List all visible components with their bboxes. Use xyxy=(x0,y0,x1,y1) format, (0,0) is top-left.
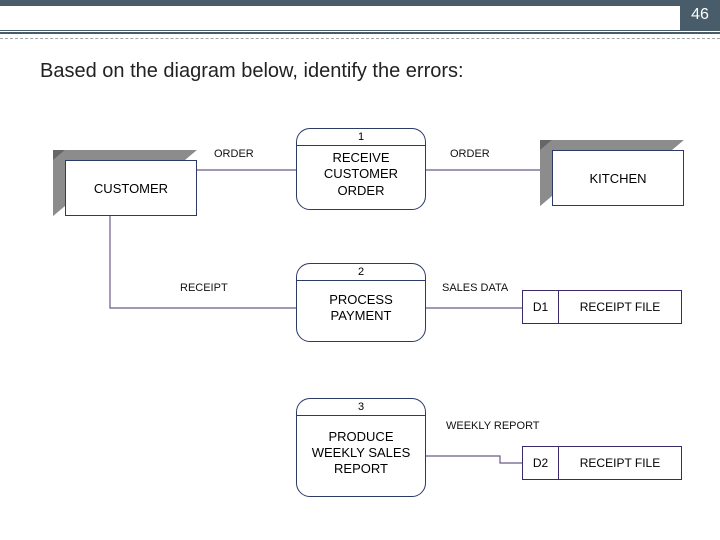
process-2: 2 PROCESS PAYMENT xyxy=(296,263,426,342)
page-number: 46 xyxy=(680,0,720,30)
page-title: Based on the diagram below, identify the… xyxy=(40,60,464,83)
flow-label-customer-to-p1: ORDER xyxy=(214,148,254,160)
process-2-number: 2 xyxy=(297,264,425,281)
flow-label-receipt: RECEIPT xyxy=(180,282,228,294)
process-1: 1 RECEIVE CUSTOMER ORDER xyxy=(296,128,426,210)
datastore-d1-id: D1 xyxy=(523,291,559,323)
flow-label-p1-to-kitchen: ORDER xyxy=(450,148,490,160)
process-1-label: RECEIVE CUSTOMER ORDER xyxy=(297,146,425,209)
datastore-d2-label: RECEIPT FILE xyxy=(559,447,681,479)
datastore-d2-id: D2 xyxy=(523,447,559,479)
process-1-number: 1 xyxy=(297,129,425,146)
process-2-label: PROCESS PAYMENT xyxy=(297,281,425,341)
process-3: 3 PRODUCE WEEKLY SALES REPORT xyxy=(296,398,426,497)
flow-label-salesdata: SALES DATA xyxy=(442,282,508,294)
entity-kitchen-label: KITCHEN xyxy=(552,150,684,206)
process-3-label: PRODUCE WEEKLY SALES REPORT xyxy=(297,416,425,496)
entity-kitchen: KITCHEN xyxy=(552,150,684,206)
header-dash xyxy=(0,38,720,39)
flow-label-weeklyreport: WEEKLY REPORT xyxy=(446,420,540,433)
datastore-d1: D1 RECEIPT FILE xyxy=(522,290,682,324)
header-bar xyxy=(0,0,720,6)
entity-customer-label: CUSTOMER xyxy=(65,160,197,216)
process-3-number: 3 xyxy=(297,399,425,416)
header-rule xyxy=(0,30,720,34)
datastore-d1-label: RECEIPT FILE xyxy=(559,291,681,323)
entity-customer: CUSTOMER xyxy=(65,160,197,216)
datastore-d2: D2 RECEIPT FILE xyxy=(522,446,682,480)
